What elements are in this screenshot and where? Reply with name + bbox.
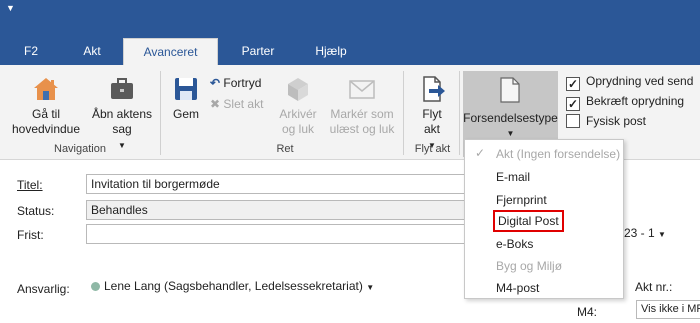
title-label: Titel: — [17, 178, 43, 192]
check-icon: ✓ — [475, 146, 486, 160]
tab-f2[interactable]: F2 — [20, 38, 42, 65]
group-divider — [403, 71, 404, 155]
undo-button[interactable]: ↶ Fortryd — [210, 75, 261, 91]
menu-item-digital-post[interactable]: Digital Post — [493, 210, 564, 232]
checkbox-icon: ✓ — [566, 77, 580, 91]
menu-item-akt[interactable]: Akt (Ingen forsendelse) — [496, 146, 620, 162]
undo-icon: ↶ — [210, 76, 221, 90]
checkbox-icon: ✓ — [566, 97, 580, 111]
group-label-ret: Ret — [276, 143, 294, 155]
tab-akt[interactable]: Akt — [78, 38, 106, 65]
mark-unread-close-button[interactable]: Markér som ulæst og luk — [326, 75, 398, 137]
deadline-label: Frist: — [17, 228, 44, 242]
group-divider — [160, 71, 161, 155]
briefcase-icon — [111, 78, 133, 99]
chevron-down-icon: ▼ — [366, 283, 375, 292]
archive-icon — [288, 78, 308, 101]
dispatch-type-menu: ✓ Akt (Ingen forsendelse) E-mail Fjernpr… — [464, 139, 624, 299]
quick-access-dropdown-icon[interactable]: ▼ — [6, 3, 15, 13]
status-field[interactable]: Behandles — [86, 200, 466, 220]
group-divider — [459, 71, 460, 155]
deadline-value: 23 - 1 ▼ — [624, 226, 666, 240]
menu-item-fjernprint[interactable]: Fjernprint — [496, 192, 547, 208]
act-number-label: Akt nr.: — [635, 280, 673, 294]
m4-select[interactable]: Vis ikke i MR4 Ba — [636, 300, 700, 319]
close-icon: ✖ — [210, 97, 221, 111]
checkbox-confirm-cleanup[interactable]: ✓ Bekræft oprydning — [566, 93, 684, 111]
tab-hjaelp[interactable]: Hjælp — [312, 38, 350, 65]
home-icon — [34, 78, 58, 100]
document-icon — [500, 77, 520, 103]
envelope-icon — [349, 80, 375, 99]
archive-close-button[interactable]: Arkivér og luk — [274, 75, 322, 137]
status-dot-icon — [91, 282, 100, 291]
menu-item-m4-post[interactable]: M4-post — [496, 280, 539, 296]
menu-item-eboks[interactable]: e-Boks — [496, 236, 533, 252]
group-label-navigation: Navigation — [54, 143, 106, 155]
responsible-field[interactable]: Lene Lang (Sagsbehandler, Ledelsessekret… — [86, 276, 466, 296]
save-button[interactable]: Gem — [166, 75, 206, 122]
checkbox-cleanup-on-send[interactable]: ✓ Oprydning ved send — [566, 73, 693, 91]
deadline-field[interactable] — [86, 224, 466, 244]
title-bar: ▼ — [0, 0, 700, 38]
responsible-label: Ansvarlig: — [17, 282, 70, 296]
status-label: Status: — [17, 204, 55, 218]
menu-item-email[interactable]: E-mail — [496, 169, 530, 185]
chevron-down-icon: ▼ — [658, 230, 666, 239]
move-act-button[interactable]: Flyt akt ▼ — [410, 75, 454, 153]
title-field[interactable]: Invitation til borgermøde — [86, 174, 466, 194]
open-case-button[interactable]: Åbn aktens sag ▼ — [90, 75, 154, 153]
checkbox-icon — [566, 114, 580, 128]
m4-label: M4: — [577, 305, 598, 319]
menu-item-byg-og-miljo[interactable]: Byg og Miljø — [496, 258, 562, 274]
move-document-icon — [423, 76, 445, 102]
group-label-flyt: Flyt akt — [414, 143, 451, 155]
save-icon — [175, 78, 197, 100]
tab-parter[interactable]: Parter — [238, 38, 278, 65]
ribbon-tabs: F2 Akt Avanceret Parter Hjælp — [0, 38, 700, 65]
delete-act-button[interactable]: ✖ Slet akt — [210, 96, 263, 112]
goto-main-window-button[interactable]: Gå til hovedvindue — [6, 75, 86, 137]
chevron-down-icon: ▼ — [506, 129, 515, 138]
checkbox-physical-mail[interactable]: Fysisk post — [566, 113, 646, 129]
tab-avanceret[interactable]: Avanceret — [123, 38, 218, 65]
